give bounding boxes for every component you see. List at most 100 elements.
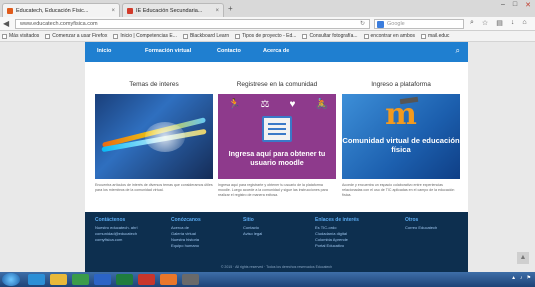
home-icon[interactable]: ⌂ — [522, 19, 526, 27]
taskbar-app-icon[interactable] — [182, 274, 199, 285]
maximize-icon[interactable]: □ — [513, 1, 517, 9]
address-bar[interactable]: www.educatech.comyfisica.com ↻ — [15, 19, 370, 29]
decorative-glow — [145, 122, 185, 152]
search-icon[interactable]: ⌕ — [456, 46, 460, 56]
footer-col-contactenos: Contáctenos Nuestro educatech. ahrl comu… — [95, 217, 137, 243]
system-tray: ▲ ♪ ⚑ — [511, 275, 531, 281]
search-placeholder: Google — [387, 21, 405, 27]
browser-tab-educatech[interactable]: Educatech, Educación Físic... × — [2, 3, 120, 17]
taskbar-pdf-icon[interactable] — [138, 274, 155, 285]
book-lines — [268, 123, 286, 125]
bookmark-icon — [235, 33, 241, 39]
nav-acerca-de[interactable]: Acerca de — [263, 48, 289, 54]
section-description: Accede y encuentra un espacio colaborati… — [342, 183, 455, 197]
bookmark-icon — [302, 33, 308, 39]
bookmarks-bar: Más visitados Comenzar a usar Firefox In… — [0, 31, 535, 42]
section-title: Temas de interes — [129, 81, 179, 88]
taskbar-firefox-icon[interactable] — [160, 274, 177, 285]
tab-label: Educatech, Educación Físic... — [16, 7, 89, 14]
browser-navbar: ◀ www.educatech.comyfisica.com ↻ Google … — [0, 17, 535, 31]
tab-label: IE Educación Secundaria... — [136, 7, 203, 14]
close-window-icon[interactable]: ✕ — [525, 1, 531, 9]
window-controls: – □ ✕ — [501, 1, 531, 9]
bookmarks-list-icon[interactable]: ▤ — [496, 19, 503, 27]
reload-icon[interactable]: ↻ — [360, 20, 365, 29]
url-text: www.educatech.comyfisica.com — [20, 21, 98, 27]
section-description: Ingresa aquí para registrarte y obtener … — [218, 183, 328, 197]
bookmark-icon — [421, 33, 427, 39]
nav-formacion-virtual[interactable]: Formación virtual — [145, 48, 191, 54]
footer-copyright: © 2015 · All rights reserved · Todos los… — [220, 265, 333, 269]
search-icon[interactable]: ⌕ — [470, 19, 474, 27]
taskbar: ▲ ♪ ⚑ — [0, 272, 535, 287]
toolbar-icons: ⌕ ☆ ▤ ↓ ⌂ — [470, 19, 527, 27]
moodle-book-icon — [262, 116, 292, 142]
bookmark-item[interactable]: Consultar fotografía... — [302, 33, 358, 39]
bookmark-icon — [182, 33, 188, 39]
footer-link[interactable]: Equipo humano — [171, 243, 201, 249]
page-viewport: Inicio Formación virtual Contacto Acerca… — [0, 42, 535, 272]
footer-col-sitio: Sitio Contacto Aviso legal — [243, 217, 262, 237]
taskbar-media-icon[interactable] — [72, 274, 89, 285]
download-icon[interactable]: ↓ — [511, 19, 515, 27]
site-container: Inicio Formación virtual Contacto Acerca… — [85, 42, 468, 272]
scroll-to-top-button[interactable]: ▲ — [517, 252, 529, 264]
close-tab-icon[interactable]: × — [111, 8, 115, 14]
plataforma-banner-text: Comunidad virtual de educación física — [342, 136, 460, 154]
heart-icon: ♥ — [289, 99, 296, 110]
site-favicon-icon — [7, 7, 13, 14]
close-tab-icon[interactable]: × — [215, 8, 219, 14]
bookmark-item[interactable]: Blackboard Learn — [182, 33, 229, 39]
back-arrow-icon[interactable]: ◀ — [3, 19, 9, 28]
footer-link[interactable]: comyfisica.com — [95, 237, 137, 243]
scale-icon: ⚖ — [260, 99, 270, 110]
footer-col-conozcanos: Conózcanos Acerca de Galería virtual Nue… — [171, 217, 201, 249]
footer-heading: Conózcanos — [171, 217, 201, 223]
footer-link[interactable]: Correo Educatech — [405, 225, 437, 231]
flag-icon[interactable]: ⚑ — [527, 275, 531, 281]
banner-icons: 🏃 ⚖ ♥ 🚴 — [228, 99, 328, 110]
temas-interes-image[interactable] — [95, 94, 213, 179]
minimize-icon[interactable]: – — [501, 1, 505, 9]
taskbar-ie-icon[interactable] — [28, 274, 45, 285]
bookmark-icon — [45, 33, 51, 39]
footer-heading: Enlaces de interés — [315, 217, 359, 223]
search-box[interactable]: Google — [374, 19, 464, 29]
bookmark-item[interactable]: Inicio | Competencias E... — [113, 33, 177, 39]
bookmark-item[interactable]: Tipos de proyecto - Ed... — [235, 33, 296, 39]
footer-heading: Otros — [405, 217, 419, 223]
section-title: Registrese en la comunidad — [236, 81, 318, 88]
moodle-logo-icon: m — [385, 97, 417, 132]
bookmark-item[interactable]: mail.educ — [421, 33, 449, 39]
footer-col-enlaces: Enlaces de interés Es TIC-ordo Ciudadaní… — [315, 217, 359, 249]
network-icon[interactable]: ▲ — [511, 275, 516, 281]
footer-heading: Sitio — [243, 217, 254, 223]
nav-inicio[interactable]: Inicio — [97, 48, 111, 54]
footer-link[interactable]: Portal Educativo — [315, 243, 359, 249]
section-description: Encuentra artículos de interés de divers… — [95, 183, 213, 192]
volume-icon[interactable]: ♪ — [520, 275, 523, 281]
footer-heading: Contáctenos — [95, 217, 126, 223]
site-favicon-icon — [127, 7, 133, 14]
bookmark-icon — [113, 33, 119, 39]
nav-contacto[interactable]: Contacto — [217, 48, 241, 54]
new-tab-button[interactable]: + — [228, 4, 233, 13]
start-button[interactable] — [2, 273, 20, 286]
taskbar-excel-icon[interactable] — [116, 274, 133, 285]
taskbar-word-icon[interactable] — [94, 274, 111, 285]
bookmark-item[interactable]: Comenzar a usar Firefox — [45, 33, 107, 39]
site-footer: Contáctenos Nuestro educatech. ahrl comu… — [85, 212, 468, 272]
taskbar-folder-icon[interactable] — [50, 274, 67, 285]
plataforma-banner[interactable]: m Comunidad virtual de educación física — [342, 94, 460, 179]
section-title: Ingreso a plataforma — [371, 81, 431, 88]
footer-link[interactable]: Aviso legal — [243, 231, 262, 237]
footer-col-otros: Otros Correo Educatech — [405, 217, 437, 231]
google-icon — [377, 21, 384, 28]
bookmark-item[interactable]: Más visitados — [2, 33, 39, 39]
bookmark-item[interactable]: encontrar en ambos — [363, 33, 415, 39]
site-nav: Inicio Formación virtual Contacto Acerca… — [85, 42, 468, 62]
bookmark-star-icon[interactable]: ☆ — [482, 19, 488, 27]
registro-moodle-banner[interactable]: 🏃 ⚖ ♥ 🚴 Ingresa aquí para obtener tu usu… — [218, 94, 336, 179]
runner-icon: 🏃 — [228, 99, 241, 110]
browser-tab-secundaria[interactable]: IE Educación Secundaria... × — [122, 3, 224, 17]
